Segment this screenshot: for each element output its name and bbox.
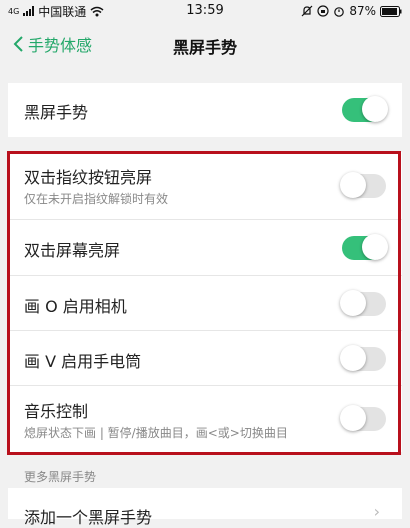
music-toggle[interactable] xyxy=(340,405,386,431)
gesture-label: 双击指纹按钮亮屏 xyxy=(24,168,153,187)
fingerprint-toggle[interactable] xyxy=(340,172,386,198)
double-tap-toggle[interactable] xyxy=(342,234,388,260)
master-row[interactable]: 黑屏手势 xyxy=(8,83,402,137)
lock-rotation-icon xyxy=(317,5,329,17)
page-title: 黑屏手势 xyxy=(172,38,237,57)
gesture-row-double-tap[interactable]: 双击屏幕亮屏 xyxy=(8,220,402,276)
gesture-row-flashlight[interactable]: 画 V 启用手电筒 xyxy=(8,331,402,386)
status-bar: 4G 中国联通 13:59 87% xyxy=(0,0,410,22)
carrier-name: 中国联通 xyxy=(38,4,87,19)
master-card: 黑屏手势 xyxy=(8,83,402,137)
gestures-card: 双击指纹按钮亮屏 仅在未开启指纹解锁时有效 双击屏幕亮屏 画 O 启用相机 画 … xyxy=(8,152,402,452)
gesture-label: 双击屏幕亮屏 xyxy=(24,241,121,260)
gesture-label: 音乐控制 xyxy=(24,402,89,421)
master-label: 黑屏手势 xyxy=(24,103,89,122)
network-badge: 4G xyxy=(8,6,20,16)
more-section-title: 更多黑屏手势 xyxy=(24,470,97,484)
gesture-sub: 仅在未开启指纹解锁时有效 xyxy=(24,192,169,206)
add-gesture-card: 添加一个黑屏手势 › xyxy=(8,488,402,527)
gesture-label: 画 V 启用手电筒 xyxy=(24,352,142,371)
battery-icon xyxy=(380,5,402,17)
battery-percent: 87% xyxy=(349,4,376,18)
status-right: 87% xyxy=(301,4,402,18)
add-gesture-row[interactable]: 添加一个黑屏手势 › xyxy=(8,488,402,527)
gesture-row-music[interactable]: 音乐控制 熄屏状态下画 | 暂停/播放曲目，画<或>切换曲目 xyxy=(8,386,402,452)
gesture-row-camera[interactable]: 画 O 启用相机 xyxy=(8,276,402,331)
wifi-icon xyxy=(90,6,104,16)
signal-icon xyxy=(23,6,35,16)
camera-toggle[interactable] xyxy=(340,290,386,316)
gesture-sub: 熄屏状态下画 | 暂停/播放曲目，画<或>切换曲目 xyxy=(24,426,288,440)
status-left: 4G 中国联通 xyxy=(8,3,104,20)
gesture-row-fingerprint[interactable]: 双击指纹按钮亮屏 仅在未开启指纹解锁时有效 xyxy=(8,152,402,220)
flashlight-toggle[interactable] xyxy=(340,345,386,371)
chevron-right-icon: › xyxy=(373,502,380,521)
alarm-icon xyxy=(334,7,345,17)
nav-bar: 手势体感 黑屏手势 xyxy=(0,22,410,68)
add-gesture-label: 添加一个黑屏手势 xyxy=(24,508,153,527)
master-toggle[interactable] xyxy=(342,96,388,122)
gesture-label: 画 O 启用相机 xyxy=(24,297,127,316)
bell-muted-icon xyxy=(301,5,313,17)
